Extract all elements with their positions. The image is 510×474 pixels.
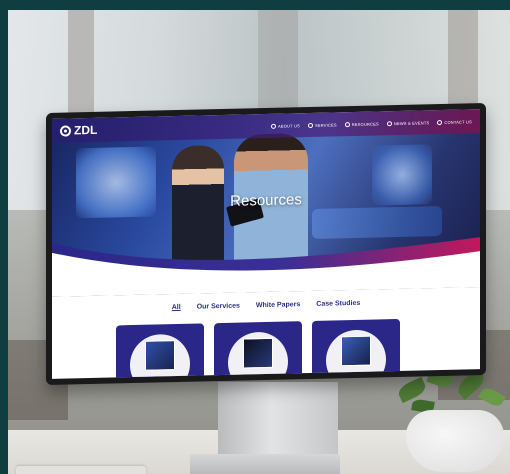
filter-our-services[interactable]: Our Services bbox=[197, 303, 240, 311]
site-nav: ABOUT US SERVICES RESOURCES NEWS & EVENT… bbox=[270, 119, 472, 129]
logo-icon bbox=[60, 124, 71, 137]
site-logo[interactable]: ZDL bbox=[60, 123, 97, 138]
plant-pot bbox=[406, 410, 504, 472]
card-thumbnail bbox=[341, 335, 371, 367]
brand-name: ZDL bbox=[74, 122, 98, 138]
nav-circle-icon bbox=[386, 120, 392, 126]
filter-case-studies[interactable]: Case Studies bbox=[316, 300, 360, 308]
resource-card[interactable] bbox=[214, 321, 302, 379]
keyboard bbox=[16, 466, 146, 474]
filter-all[interactable]: All bbox=[172, 304, 181, 311]
nav-news-events[interactable]: NEWS & EVENTS bbox=[386, 119, 430, 126]
monitor-stand bbox=[218, 382, 338, 458]
resource-card[interactable] bbox=[116, 323, 204, 379]
monitor: Resources ZDL ABOUT US SERVICES RESOURCE… bbox=[46, 103, 486, 385]
nav-services[interactable]: SERVICES bbox=[307, 121, 337, 128]
nav-label: NEWS & EVENTS bbox=[393, 119, 430, 126]
filter-white-papers[interactable]: White Papers bbox=[256, 301, 300, 309]
resource-card[interactable] bbox=[312, 318, 400, 379]
nav-label: SERVICES bbox=[314, 121, 337, 128]
nav-label: CONTACT US bbox=[444, 118, 472, 125]
nav-circle-icon bbox=[270, 123, 276, 129]
card-thumbnail bbox=[145, 340, 175, 371]
monitor-screen: Resources ZDL ABOUT US SERVICES RESOURCE… bbox=[52, 109, 480, 379]
hero-wave bbox=[52, 237, 480, 297]
monitor-stand-base bbox=[190, 454, 340, 474]
card-thumbnail bbox=[243, 337, 273, 369]
nav-circle-icon bbox=[344, 121, 350, 127]
resource-cards bbox=[116, 318, 400, 379]
nav-label: RESOURCES bbox=[351, 120, 379, 127]
nav-resources[interactable]: RESOURCES bbox=[344, 120, 379, 127]
nav-label: ABOUT US bbox=[277, 122, 300, 129]
nav-contact-us[interactable]: CONTACT US bbox=[437, 119, 472, 125]
resource-filter-bar: All Our Services White Papers Case Studi… bbox=[52, 297, 480, 314]
nav-circle-icon bbox=[307, 122, 313, 128]
nav-about-us[interactable]: ABOUT US bbox=[270, 122, 300, 129]
nav-circle-icon bbox=[437, 119, 443, 125]
